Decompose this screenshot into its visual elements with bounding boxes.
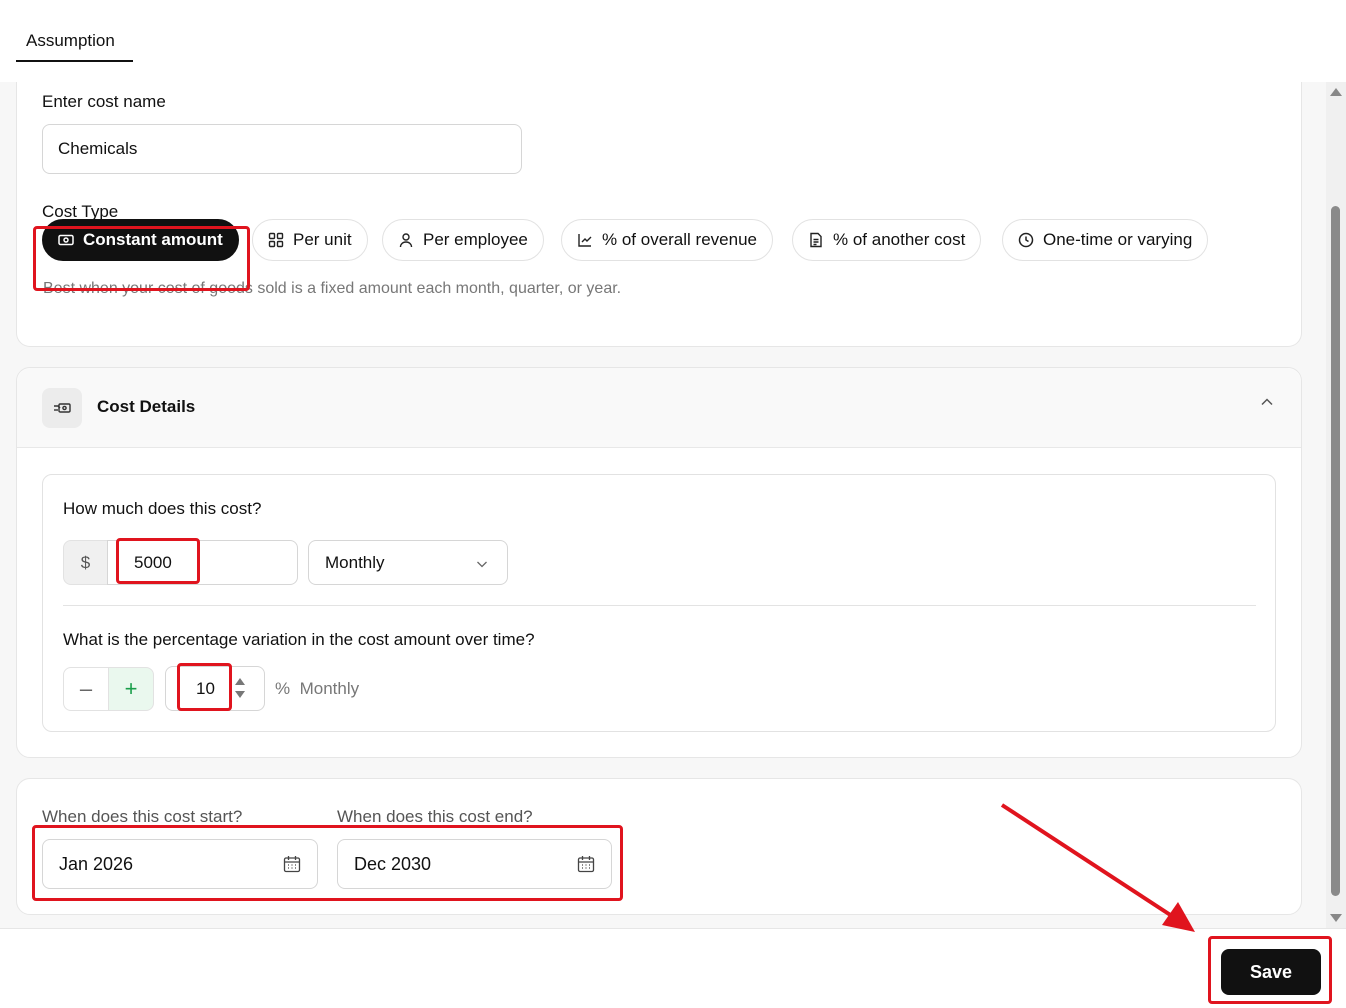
content-area: Enter cost name Chemicals Cost Type Cons… — [0, 82, 1326, 928]
end-date-input[interactable]: Dec 2030 — [337, 839, 612, 889]
frequency-value: Monthly — [325, 552, 385, 572]
document-icon — [810, 232, 822, 248]
chip-label: Per unit — [293, 230, 352, 249]
chart-line-icon — [578, 234, 592, 247]
chevron-down-icon — [477, 561, 487, 568]
start-date-label: When does this cost start? — [42, 807, 243, 826]
end-date-label: When does this cost end? — [337, 807, 533, 826]
cost-details-card: Cost Details How much does this cost? $ … — [16, 367, 1302, 758]
variation-input[interactable]: 10 — [165, 666, 265, 711]
cost-type-per-unit[interactable]: Per unit — [252, 219, 368, 261]
decrement-button[interactable]: – — [63, 667, 109, 711]
end-date-value: Dec 2030 — [354, 853, 432, 874]
frequency-select[interactable]: Monthly — [308, 540, 508, 585]
cost-dates-card: When does this cost start? When does thi… — [16, 778, 1302, 915]
chevron-up-icon[interactable] — [1259, 394, 1275, 410]
unit-percent: % — [275, 679, 291, 698]
cost-details-title: Cost Details — [97, 397, 196, 416]
chip-label: Per employee — [423, 230, 528, 249]
cost-basics-card: Enter cost name Chemicals Cost Type Cons… — [16, 82, 1302, 347]
scrollbar-thumb[interactable] — [1331, 206, 1340, 896]
calendar-icon[interactable] — [577, 855, 595, 873]
divider — [63, 605, 1256, 606]
cost-type-one-time-varying[interactable]: One-time or varying — [1002, 219, 1209, 261]
start-date-input[interactable]: Jan 2026 — [42, 839, 318, 889]
vertical-scrollbar[interactable] — [1326, 82, 1346, 928]
cost-type-percent-revenue[interactable]: % of overall revenue — [561, 219, 773, 261]
variation-question: What is the percentage variation in the … — [63, 630, 535, 649]
amount-input[interactable]: 5000 — [107, 540, 298, 585]
user-icon — [399, 233, 413, 248]
cost-name-input[interactable]: Chemicals — [42, 124, 522, 174]
variation-unit: % Monthly — [275, 679, 359, 699]
banknote-icon — [58, 234, 74, 246]
scroll-up-arrow-icon[interactable] — [1330, 88, 1342, 96]
calendar-icon[interactable] — [283, 855, 301, 873]
grid-icon — [268, 232, 284, 248]
chip-label: One-time or varying — [1043, 230, 1193, 249]
save-button[interactable]: Save — [1221, 949, 1321, 995]
cost-details-header[interactable]: Cost Details — [17, 368, 1301, 448]
spinner-arrows-icon[interactable] — [234, 676, 246, 700]
money-hand-icon — [42, 388, 82, 428]
cost-type-percent-another-cost[interactable]: % of another cost — [792, 219, 982, 261]
increment-button[interactable]: + — [108, 667, 154, 711]
unit-period: Monthly — [299, 679, 360, 698]
currency-prefix: $ — [63, 540, 108, 585]
clock-icon — [1018, 232, 1034, 248]
cost-name-label: Enter cost name — [42, 92, 166, 111]
start-date-value: Jan 2026 — [59, 853, 134, 874]
amount-question: How much does this cost? — [63, 499, 262, 518]
chip-label: % of overall revenue — [602, 230, 757, 249]
cost-type-per-employee[interactable]: Per employee — [382, 219, 544, 261]
footer-bar: Save — [0, 928, 1346, 1008]
scroll-down-arrow-icon[interactable] — [1330, 914, 1342, 922]
cost-type-hint: Best when your cost of goods sold is a f… — [43, 280, 622, 297]
cost-type-constant-amount[interactable]: Constant amount — [42, 219, 239, 261]
variation-value: 10 — [196, 678, 215, 698]
chip-label: Constant amount — [83, 230, 223, 249]
tab-assumption[interactable]: Assumption — [16, 28, 133, 62]
tab-bar: Assumption — [0, 0, 1346, 82]
chip-label: % of another cost — [833, 230, 966, 249]
cost-amount-box: How much does this cost? $ 5000 Monthly … — [42, 474, 1276, 732]
